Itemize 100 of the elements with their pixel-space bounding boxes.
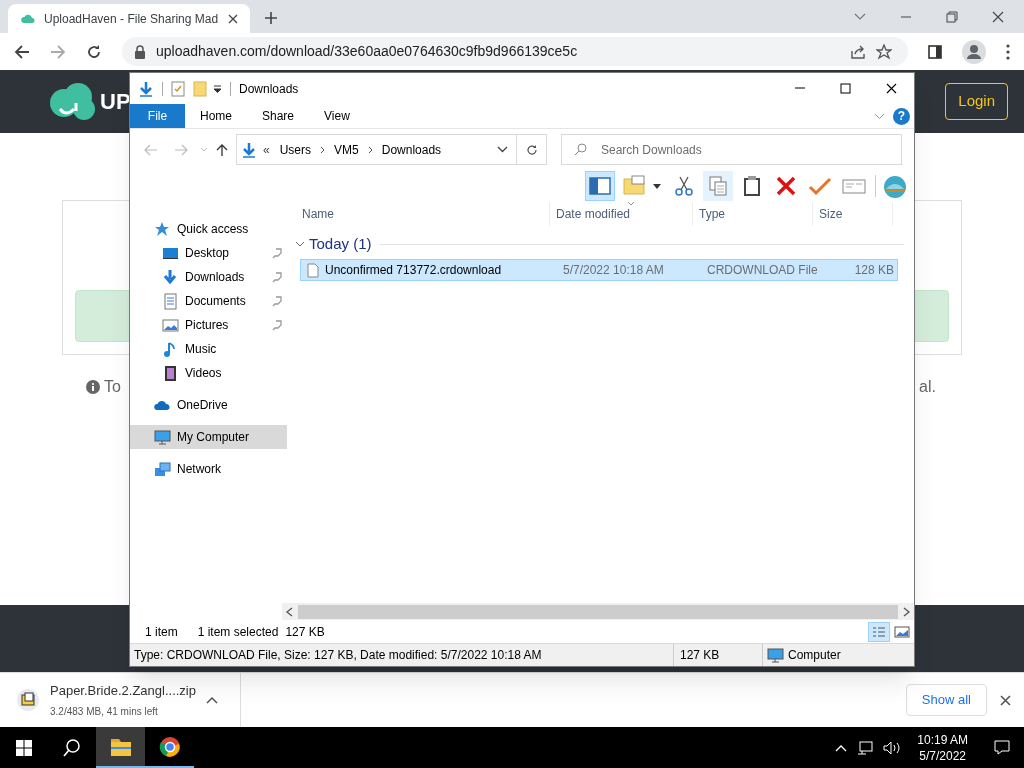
group-header[interactable]: Today (1)	[291, 233, 914, 255]
nav-item[interactable]: Desktop	[130, 241, 287, 265]
zip-file-icon	[16, 688, 40, 712]
address-field[interactable]: « Users VM5 Downloads	[236, 134, 547, 165]
caret-down-icon[interactable]	[653, 183, 661, 189]
computer-icon	[767, 647, 784, 663]
chevron-down-icon[interactable]	[497, 146, 508, 153]
new-tab-icon[interactable]	[264, 11, 278, 25]
nav-item[interactable]: Documents	[130, 289, 287, 313]
refresh-icon[interactable]	[525, 143, 538, 156]
file-row[interactable]: Unconfirmed 713772.crdownload 5/7/2022 10:18 AM CRDOWNLOAD File 128 KB	[300, 259, 898, 281]
star-icon[interactable]	[876, 43, 892, 60]
pictures-icon	[162, 316, 179, 334]
close-icon[interactable]	[228, 13, 238, 24]
info-text: al.	[919, 377, 936, 397]
lock-icon	[134, 44, 146, 59]
details-text: Type: CRDOWNLOAD File, Size: 127 KB, Date modified: 5/7/2022 10:18 AM	[133, 647, 543, 664]
info-icon	[86, 380, 100, 394]
info-text: To	[104, 377, 121, 397]
download-arrow-icon	[241, 141, 257, 158]
ribbon-tab[interactable]: File	[130, 104, 185, 128]
caret-up-icon[interactable]	[206, 696, 218, 704]
column-header[interactable]: Size	[813, 202, 893, 226]
help-button[interactable]: ?	[893, 107, 910, 125]
nav-label: Network	[177, 461, 221, 478]
up-arrow-icon[interactable]	[216, 142, 228, 157]
search-icon[interactable]	[63, 738, 81, 757]
search-field[interactable]: Search Downloads	[561, 134, 902, 165]
breadcrumb-item[interactable]: Downloads	[381, 140, 442, 159]
chevron-up-icon[interactable]	[835, 743, 848, 752]
close-icon[interactable]	[1000, 694, 1011, 706]
star-icon	[154, 220, 171, 238]
notification-icon[interactable]	[994, 740, 1010, 755]
nav-label: Quick access	[177, 221, 249, 238]
dropdown-icon[interactable]	[213, 84, 222, 93]
breadcrumb-item[interactable]: Users	[279, 140, 312, 159]
search-icon	[574, 143, 587, 156]
show-all-button[interactable]: Show all	[905, 684, 987, 716]
share-icon[interactable]	[850, 44, 866, 59]
computer-icon	[154, 428, 171, 446]
scrollbar-thumb[interactable]	[298, 604, 898, 619]
nav-item[interactable]: Network	[130, 457, 287, 481]
menu-icon[interactable]	[1006, 43, 1010, 60]
status-text: 1 item	[145, 623, 178, 641]
address-bar[interactable]: uploadhaven.com/download/33e60aa0e0764630c9fb9d966139ce5c	[122, 37, 908, 66]
download-status-text: 3.2/483 MB, 41 mins left	[50, 704, 159, 719]
file-name: Unconfirmed 713772.crdownload	[325, 262, 502, 279]
ribbon-tab[interactable]: View	[309, 104, 365, 128]
network-icon	[154, 460, 171, 478]
search-placeholder: Search Downloads	[601, 141, 702, 159]
avatar-icon[interactable]	[962, 39, 986, 64]
details-view-icon[interactable]	[868, 621, 890, 642]
nav-item[interactable]: My Computer	[130, 425, 287, 449]
maximize-icon[interactable]	[839, 83, 851, 94]
chevron-down-icon	[295, 239, 305, 249]
clock[interactable]: 10:19 AM 5/7/2022	[911, 731, 974, 764]
window-title: Downloads	[239, 80, 299, 98]
side-panel-icon[interactable]	[928, 44, 942, 59]
nav-label: Videos	[185, 365, 222, 382]
nav-item[interactable]: OneDrive	[130, 393, 287, 417]
download-arrow-icon[interactable]	[138, 80, 154, 97]
column-header[interactable]: Type	[693, 202, 813, 226]
shell-icon[interactable]	[882, 173, 908, 199]
windows-start-icon[interactable]	[16, 739, 32, 756]
nav-item[interactable]: Downloads	[130, 265, 287, 289]
close-icon[interactable]	[992, 10, 1004, 23]
taskbar-button[interactable]	[96, 727, 145, 768]
nav-label: Desktop	[185, 245, 230, 262]
file-icon	[307, 262, 319, 278]
properties-icon[interactable]	[171, 80, 185, 97]
sort-chevron-icon[interactable]	[627, 202, 635, 206]
chevron-right-icon	[367, 145, 373, 154]
restore-icon[interactable]	[946, 10, 958, 23]
nav-label: My Computer	[177, 429, 250, 446]
group-label: Today (1)	[309, 233, 372, 254]
ribbon-tab[interactable]: Share	[247, 104, 310, 128]
column-header[interactable]: Date modified	[550, 202, 693, 226]
network-icon[interactable]	[857, 740, 874, 755]
nav-item[interactable]: Quick access	[130, 217, 287, 241]
browser-tab[interactable]: UploadHaven - File Sharing Mad	[8, 4, 250, 33]
nav-label: Downloads	[185, 269, 245, 286]
chevron-right-icon	[320, 145, 326, 154]
ribbon-tab[interactable]: Home	[185, 104, 247, 128]
breadcrumb-item[interactable]: VM5	[334, 140, 359, 159]
clock-time: 10:19 AM	[917, 731, 968, 748]
back-icon[interactable]	[14, 43, 30, 60]
column-header[interactable]: Name	[291, 202, 550, 226]
horizontal-scrollbar[interactable]	[282, 603, 914, 620]
nav-item[interactable]: Pictures	[130, 313, 287, 337]
nav-label: Documents	[185, 293, 246, 310]
volume-icon[interactable]	[883, 740, 902, 755]
nav-item[interactable]: Music	[130, 337, 287, 361]
reload-icon[interactable]	[86, 43, 102, 60]
close-icon[interactable]	[885, 83, 897, 94]
details-size: 127 KB	[673, 644, 762, 666]
login-button[interactable]: Login	[945, 83, 1008, 120]
nav-item[interactable]: Videos	[130, 361, 287, 385]
document-icon	[162, 292, 179, 310]
file-type: CRDOWNLOAD File	[706, 262, 819, 279]
details-location: Computer	[788, 647, 841, 664]
